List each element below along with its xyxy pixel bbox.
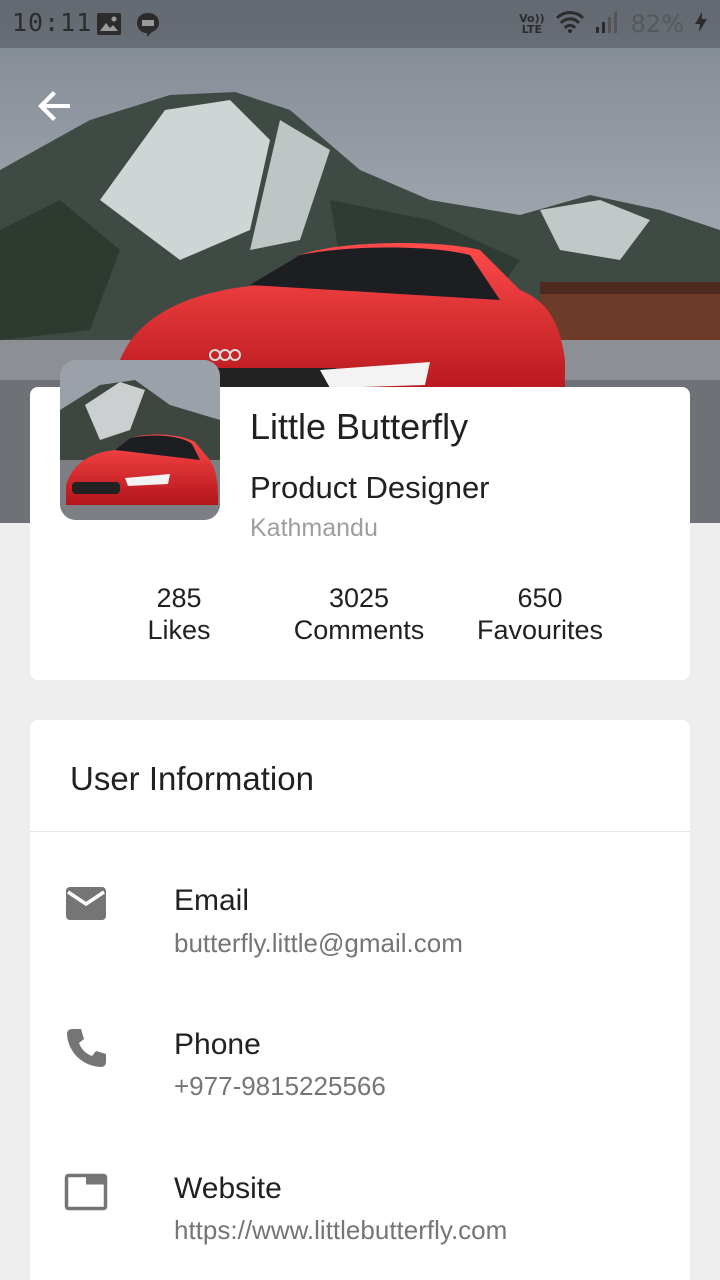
email-label: Email (174, 884, 250, 917)
divider (30, 831, 690, 832)
stat-label: Favourites (476, 615, 604, 645)
phone-label: Phone (174, 1028, 261, 1061)
signal-icon (595, 11, 621, 37)
email-value[interactable]: butterfly.little@gmail.com (174, 928, 463, 959)
profile-location: Kathmandu (250, 514, 378, 542)
profile-title: Product Designer (250, 470, 490, 505)
profile-name: Little Butterfly (250, 406, 469, 447)
email-icon (64, 882, 108, 926)
website-value[interactable]: https://www.littlebutterfly.com (174, 1215, 507, 1246)
status-time: 10:11 (12, 8, 93, 37)
battery-charging-icon (694, 11, 708, 37)
stat-label: Comments (293, 615, 425, 645)
back-button[interactable] (34, 84, 78, 128)
stat-value: 3025 (328, 583, 390, 613)
arrow-back-icon (38, 91, 70, 121)
stat-value: 285 (156, 583, 202, 613)
avatar[interactable] (60, 360, 220, 520)
user-info-title: User Information (70, 760, 314, 797)
gallery-notification-icon (96, 12, 122, 40)
stat-likes[interactable]: 285 Likes (79, 582, 279, 646)
battery-percent: 82% (630, 10, 684, 38)
chat-notification-icon (136, 12, 160, 42)
website-label: Website (174, 1172, 282, 1205)
stat-label: Likes (147, 615, 211, 645)
website-icon (64, 1170, 108, 1214)
user-info-card (30, 720, 690, 1280)
wifi-icon (555, 10, 585, 38)
stat-favourites[interactable]: 650 Favourites (440, 582, 640, 646)
status-right: Vo)) LTE 82% (519, 10, 708, 38)
stat-comments[interactable]: 3025 Comments (259, 582, 459, 646)
phone-value[interactable]: +977-9815225566 (174, 1071, 386, 1102)
phone-icon (64, 1026, 108, 1070)
lte-indicator: Vo)) LTE (519, 12, 545, 36)
stat-value: 650 (517, 583, 563, 613)
status-bar: 10:11 Vo)) LTE 82% (0, 0, 720, 48)
